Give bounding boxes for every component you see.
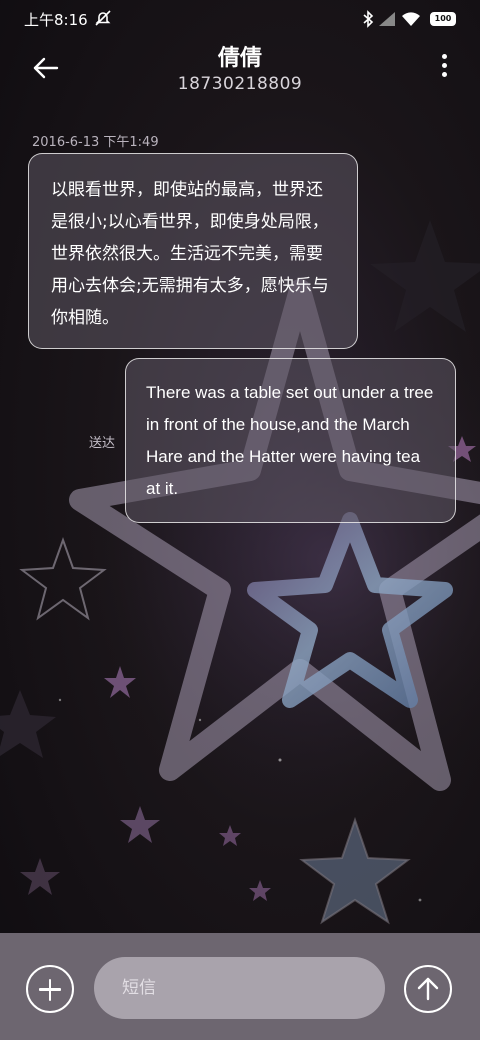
status-bar: 上午8:16 100 <box>0 0 480 36</box>
arrow-up-icon <box>417 977 439 1001</box>
contact-phone-number: 18730218809 <box>177 74 303 94</box>
outgoing-message-bubble[interactable]: There was a table set out under a tree i… <box>125 358 456 523</box>
small-star-pink <box>219 825 241 846</box>
message-composer <box>0 933 480 1040</box>
incoming-message-bubble[interactable]: 以眼看世界，即使站的最高，世界还是很小;以心看世界，即使身处局限，世界依然很大。… <box>28 153 358 349</box>
small-star-pink <box>249 880 271 901</box>
signal-icon <box>379 11 396 26</box>
conversation-header: 倩倩 18730218809 <box>0 36 480 106</box>
small-star-glitter <box>299 816 411 925</box>
status-time: 上午8:16 <box>24 11 88 29</box>
delivery-status: 送达 <box>89 436 116 451</box>
battery-icon: 100 <box>430 11 456 26</box>
message-timestamp: 2016-6-13 下午1:49 <box>32 135 159 150</box>
mute-icon <box>94 9 112 27</box>
status-indicators: 100 <box>362 9 456 28</box>
messaging-screen: 上午8:16 100 倩倩 18730218809 2016-6-13 下午1:… <box>0 0 480 1040</box>
small-star-dark <box>20 858 60 895</box>
wifi-icon <box>402 11 421 26</box>
add-attachment-button[interactable] <box>26 965 74 1013</box>
more-options-button[interactable] <box>438 54 450 82</box>
small-star-pink <box>120 806 160 843</box>
outgoing-message-text: There was a table set out under a tree i… <box>146 383 434 498</box>
contact-name: 倩倩 <box>217 46 262 71</box>
bluetooth-icon <box>363 9 373 28</box>
faint-star <box>0 690 56 758</box>
send-button[interactable] <box>404 965 452 1013</box>
message-input[interactable] <box>94 957 385 1019</box>
incoming-message-text: 以眼看世界，即使站的最高，世界还是很小;以心看世界，即使身处局限，世界依然很大。… <box>51 180 329 328</box>
more-vertical-icon <box>441 54 447 59</box>
